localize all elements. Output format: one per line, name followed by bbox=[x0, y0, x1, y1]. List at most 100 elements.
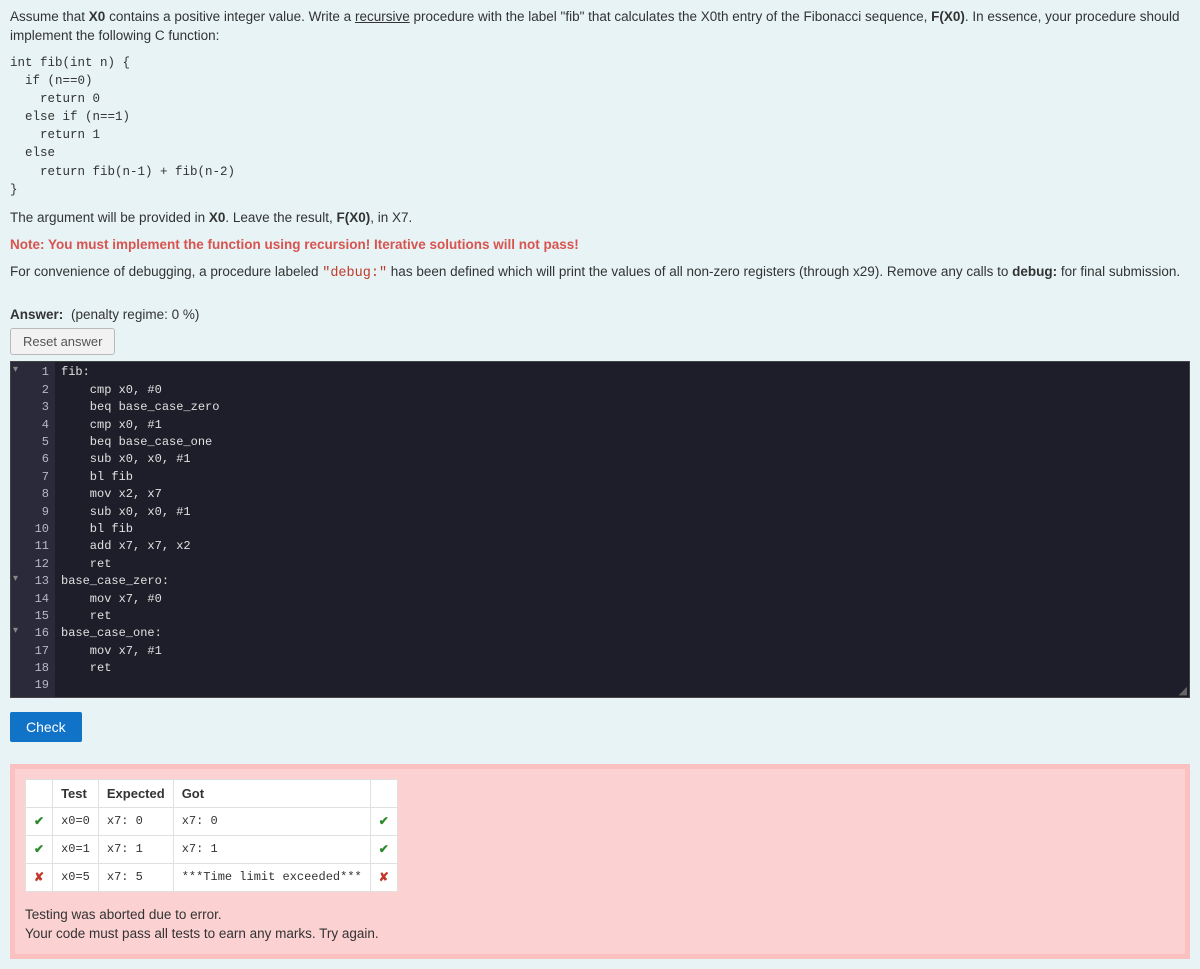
editor-gutter: ▾123456789101112▾131415▾16171819 bbox=[11, 362, 55, 696]
col-expected: Expected bbox=[98, 779, 173, 807]
code-line[interactable]: beq base_case_zero bbox=[61, 399, 1183, 416]
test-cell: x0=0 bbox=[53, 807, 99, 835]
result-box: Test Expected Got ✔x0=0x7: 0x7: 0✔✔x0=1x… bbox=[10, 764, 1190, 959]
gutter-line: 11 bbox=[11, 538, 49, 555]
txt: The argument will be provided in bbox=[10, 210, 209, 225]
results-table: Test Expected Got ✔x0=0x7: 0x7: 0✔✔x0=1x… bbox=[25, 779, 398, 892]
gutter-line: 14 bbox=[11, 591, 49, 608]
fold-icon[interactable]: ▾ bbox=[13, 364, 18, 379]
code-line[interactable] bbox=[61, 677, 1183, 694]
code-line[interactable]: mov x7, #0 bbox=[61, 591, 1183, 608]
txt: . Leave the result, bbox=[225, 210, 336, 225]
gutter-line: 6 bbox=[11, 451, 49, 468]
fx0-2: F(X0) bbox=[336, 210, 370, 225]
c-code-block: int fib(int n) { if (n==0) return 0 else… bbox=[10, 54, 1190, 199]
gutter-line: ▾1 bbox=[11, 364, 49, 381]
x0: X0 bbox=[89, 9, 106, 24]
code-line[interactable]: fib: bbox=[61, 364, 1183, 381]
pass-icon-cell: ✔ bbox=[370, 807, 397, 835]
debug-word: debug: bbox=[1012, 264, 1057, 279]
code-line[interactable]: sub x0, x0, #1 bbox=[61, 451, 1183, 468]
gutter-line: 15 bbox=[11, 608, 49, 625]
debug-label: "debug:" bbox=[322, 266, 387, 281]
fold-icon[interactable]: ▾ bbox=[13, 573, 18, 588]
fx0: F(X0) bbox=[931, 9, 965, 24]
gutter-line: ▾13 bbox=[11, 573, 49, 590]
col-test: Test bbox=[53, 779, 99, 807]
fold-icon[interactable]: ▾ bbox=[13, 625, 18, 640]
check-icon: ✔ bbox=[34, 843, 44, 857]
col-status bbox=[26, 779, 53, 807]
code-line[interactable]: ret bbox=[61, 556, 1183, 573]
table-row: ✔x0=1x7: 1x7: 1✔ bbox=[26, 835, 398, 863]
table-row: ✘x0=5x7: 5***Time limit exceeded***✘ bbox=[26, 863, 398, 891]
code-line[interactable]: mov x2, x7 bbox=[61, 486, 1183, 503]
cross-icon: ✘ bbox=[379, 871, 389, 885]
recursive-word: recursive bbox=[355, 9, 410, 24]
pass-icon-cell: ✔ bbox=[26, 807, 53, 835]
code-line[interactable]: add x7, x7, x2 bbox=[61, 538, 1183, 555]
code-editor[interactable]: ▾123456789101112▾131415▾16171819 fib: cm… bbox=[10, 361, 1190, 697]
code-line[interactable]: bl fib bbox=[61, 469, 1183, 486]
code-line[interactable]: cmp x0, #0 bbox=[61, 382, 1183, 399]
txt: contains a positive integer value. Write… bbox=[105, 9, 355, 24]
gutter-line: 10 bbox=[11, 521, 49, 538]
gutter-line: 2 bbox=[11, 382, 49, 399]
test-cell: x0=5 bbox=[53, 863, 99, 891]
gutter-line: ▾16 bbox=[11, 625, 49, 642]
txt: for final submission. bbox=[1057, 264, 1180, 279]
test-cell: x0=1 bbox=[53, 835, 99, 863]
gutter-line: 8 bbox=[11, 486, 49, 503]
answer-heading: Answer: bbox=[10, 307, 63, 322]
txt: Assume that bbox=[10, 9, 89, 24]
code-line[interactable]: base_case_zero: bbox=[61, 573, 1183, 590]
txt: has been defined which will print the va… bbox=[387, 264, 1012, 279]
pass-icon-cell: ✔ bbox=[26, 835, 53, 863]
expected-cell: x7: 0 bbox=[98, 807, 173, 835]
code-line[interactable]: beq base_case_one bbox=[61, 434, 1183, 451]
question-text: Assume that X0 contains a positive integ… bbox=[10, 8, 1190, 283]
check-button[interactable]: Check bbox=[10, 712, 82, 742]
got-cell: x7: 1 bbox=[173, 835, 370, 863]
table-row: ✔x0=0x7: 0x7: 0✔ bbox=[26, 807, 398, 835]
gutter-line: 17 bbox=[11, 643, 49, 660]
txt: For convenience of debugging, a procedur… bbox=[10, 264, 322, 279]
editor-code-area[interactable]: fib: cmp x0, #0 beq base_case_zero cmp x… bbox=[55, 362, 1189, 696]
check-icon: ✔ bbox=[34, 815, 44, 829]
gutter-line: 3 bbox=[11, 399, 49, 416]
gutter-line: 7 bbox=[11, 469, 49, 486]
expected-cell: x7: 5 bbox=[98, 863, 173, 891]
txt: procedure with the label "fib" that calc… bbox=[410, 9, 931, 24]
fail-icon-cell: ✘ bbox=[370, 863, 397, 891]
pass-icon-cell: ✔ bbox=[370, 835, 397, 863]
code-line[interactable]: ret bbox=[61, 608, 1183, 625]
txt: , in X7. bbox=[370, 210, 412, 225]
fail-icon-cell: ✘ bbox=[26, 863, 53, 891]
expected-cell: x7: 1 bbox=[98, 835, 173, 863]
reset-answer-button[interactable]: Reset answer bbox=[10, 328, 115, 355]
note-line: Note: You must implement the function us… bbox=[10, 236, 1190, 255]
answer-label: Answer: (penalty regime: 0 %) bbox=[10, 307, 1190, 322]
gutter-line: 9 bbox=[11, 504, 49, 521]
code-line[interactable]: bl fib bbox=[61, 521, 1183, 538]
got-cell: x7: 0 bbox=[173, 807, 370, 835]
x0-2: X0 bbox=[209, 210, 226, 225]
result-msg-1: Testing was aborted due to error. bbox=[25, 906, 1175, 925]
col-got: Got bbox=[173, 779, 370, 807]
col-status2 bbox=[370, 779, 397, 807]
gutter-line: 4 bbox=[11, 417, 49, 434]
code-line[interactable]: base_case_one: bbox=[61, 625, 1183, 642]
result-msg-2: Your code must pass all tests to earn an… bbox=[25, 925, 1175, 944]
gutter-line: 12 bbox=[11, 556, 49, 573]
check-icon: ✔ bbox=[379, 815, 389, 829]
cross-icon: ✘ bbox=[34, 871, 44, 885]
code-line[interactable]: sub x0, x0, #1 bbox=[61, 504, 1183, 521]
code-line[interactable]: ret bbox=[61, 660, 1183, 677]
code-line[interactable]: mov x7, #1 bbox=[61, 643, 1183, 660]
result-message: Testing was aborted due to error. Your c… bbox=[25, 906, 1175, 944]
code-line[interactable]: cmp x0, #1 bbox=[61, 417, 1183, 434]
table-header-row: Test Expected Got bbox=[26, 779, 398, 807]
gutter-line: 5 bbox=[11, 434, 49, 451]
check-icon: ✔ bbox=[379, 843, 389, 857]
gutter-line: 19 bbox=[11, 677, 49, 694]
